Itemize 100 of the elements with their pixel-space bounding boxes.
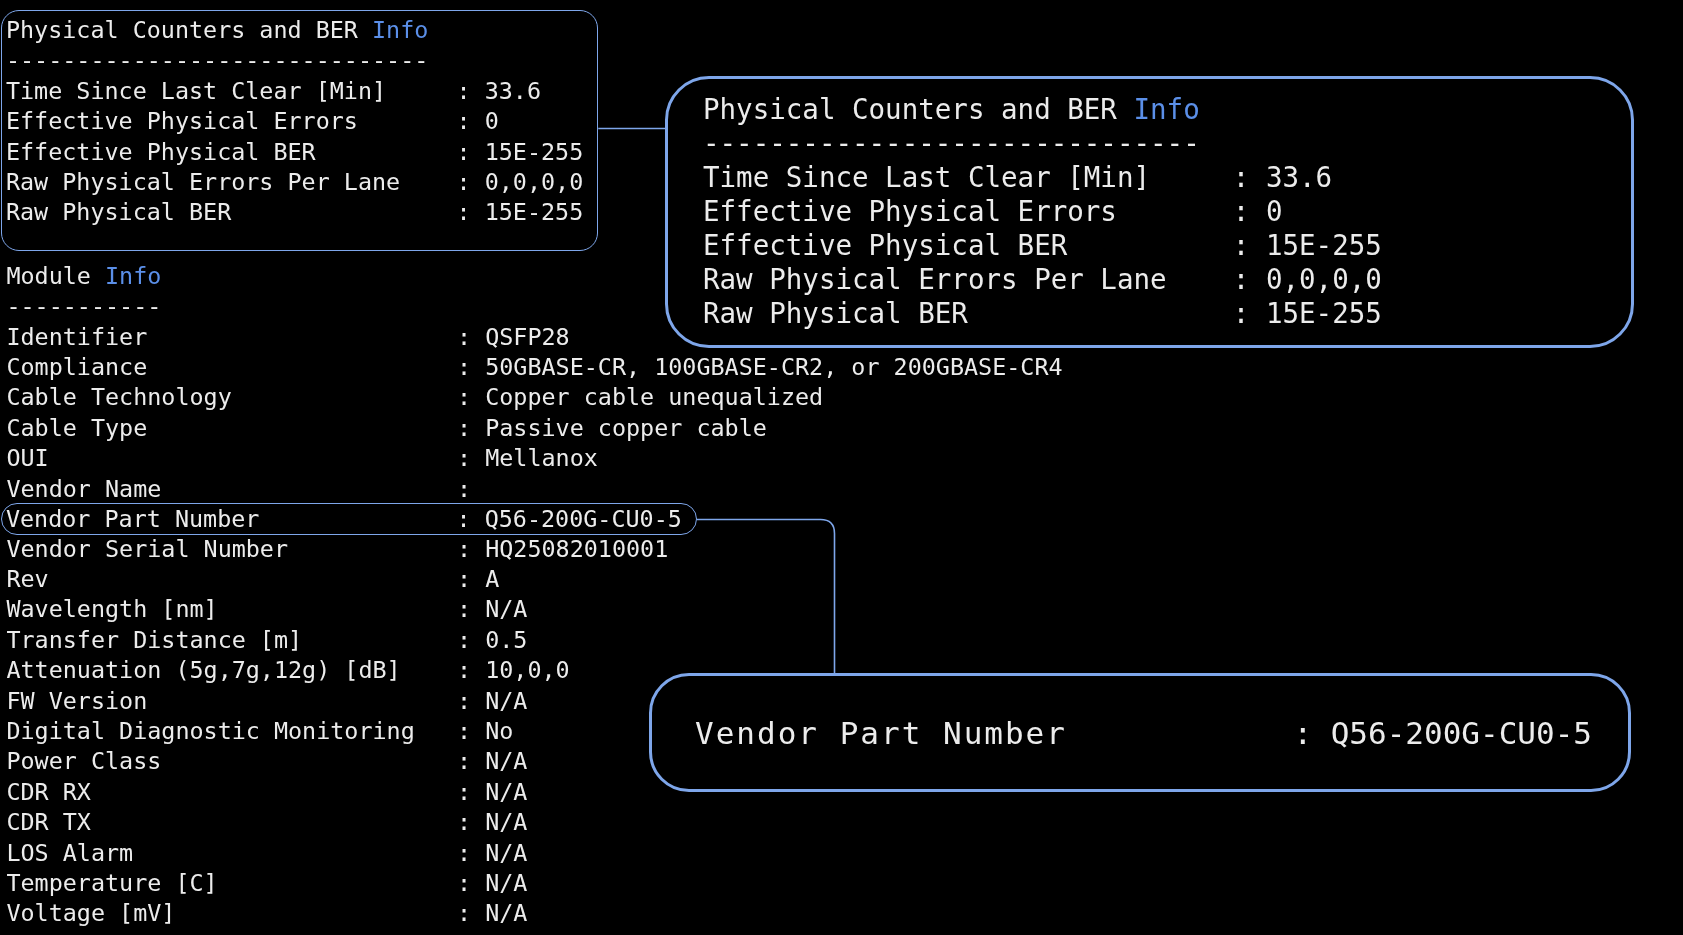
field-value: N/A bbox=[485, 867, 528, 899]
field-value: No bbox=[485, 715, 514, 747]
colon: : bbox=[1232, 296, 1250, 330]
field-label: Transfer Distance [m] bbox=[6, 624, 304, 656]
field-value: 15E-255 bbox=[484, 136, 584, 168]
field-value: Passive copper cable bbox=[485, 412, 767, 444]
colon: : bbox=[1232, 228, 1250, 262]
field-label: Raw Physical BER bbox=[5, 197, 233, 228]
field-value: Copper cable unequalized bbox=[485, 382, 824, 413]
field-value: 15E-255 bbox=[1265, 228, 1382, 262]
colon: : bbox=[457, 382, 472, 413]
colon: : bbox=[457, 321, 472, 353]
field-value: 0,0,0,0 bbox=[484, 167, 584, 198]
colon: : bbox=[456, 136, 471, 168]
colon: : bbox=[457, 352, 472, 383]
colon: : bbox=[456, 106, 471, 137]
field-label: FW Version bbox=[6, 685, 149, 716]
field-label: Effective Physical Errors bbox=[703, 194, 1118, 228]
field-value: N/A bbox=[485, 837, 528, 868]
field-value: N/A bbox=[485, 746, 528, 777]
field-value: 50GBASE-CR, 100GBASE-CR2, or 200GBASE-CR4 bbox=[485, 352, 1063, 383]
colon: : bbox=[457, 443, 472, 474]
colon: : bbox=[1232, 194, 1250, 228]
field-label: Power Class bbox=[6, 746, 163, 777]
field-label: Vendor Name bbox=[6, 473, 163, 505]
colon: : bbox=[457, 624, 472, 656]
field-label: Effective Physical Errors bbox=[5, 106, 359, 137]
field-label: Compliance bbox=[6, 352, 149, 383]
title-suffix: Info bbox=[372, 15, 429, 46]
field-value: 33.6 bbox=[484, 75, 542, 107]
colon: : bbox=[457, 563, 472, 595]
field-value: N/A bbox=[485, 776, 528, 808]
field-value: N/A bbox=[485, 685, 528, 716]
field-label: CDR TX bbox=[6, 807, 92, 838]
colon: : bbox=[456, 75, 471, 107]
field-label: Time Since Last Clear [Min] bbox=[703, 160, 1152, 194]
colon: : bbox=[457, 898, 472, 929]
colon: : bbox=[457, 807, 472, 838]
field-value: Q56-200G-CU0-5 bbox=[1330, 714, 1592, 751]
section-title: Physical Counters and BER bbox=[5, 15, 358, 46]
field-label: Cable Technology bbox=[6, 382, 233, 413]
colon: : bbox=[457, 685, 472, 716]
colon: : bbox=[457, 715, 472, 747]
field-label: Vendor Part Number bbox=[5, 503, 261, 534]
colon: : bbox=[457, 473, 472, 505]
field-label: Raw Physical BER bbox=[703, 296, 969, 330]
title-suffix: Info bbox=[1133, 92, 1200, 126]
field-value: A bbox=[485, 563, 500, 595]
field-value: 0 bbox=[1265, 194, 1283, 228]
field-label: Voltage [mV] bbox=[6, 898, 177, 929]
field-label: Temperature [C] bbox=[6, 867, 219, 899]
colon: : bbox=[1293, 714, 1313, 751]
colon: : bbox=[456, 197, 471, 228]
field-label: Effective Physical BER bbox=[5, 136, 317, 168]
field-label: CDR RX bbox=[6, 776, 92, 808]
colon: : bbox=[457, 533, 472, 564]
field-label: Cable Type bbox=[6, 412, 149, 444]
field-value: N/A bbox=[485, 807, 528, 838]
title-suffix: Info bbox=[104, 260, 162, 292]
colon: : bbox=[456, 167, 471, 198]
dash-rule: ------------------------------ bbox=[703, 126, 1200, 160]
colon: : bbox=[456, 503, 471, 534]
field-value: HQ25082010001 bbox=[485, 533, 669, 564]
field-label: Attenuation (5g,7g,12g) [dB] bbox=[6, 655, 402, 686]
field-label: Vendor Serial Number bbox=[6, 533, 290, 564]
field-value: QSFP28 bbox=[485, 321, 570, 353]
field-value: 15E-255 bbox=[484, 197, 584, 228]
field-value: 0,0,0,0 bbox=[1265, 262, 1382, 296]
colon: : bbox=[457, 655, 472, 686]
field-value: 0 bbox=[484, 106, 499, 137]
colon: : bbox=[1232, 160, 1250, 194]
colon: : bbox=[1232, 262, 1250, 296]
colon: : bbox=[457, 776, 472, 808]
field-value: 15E-255 bbox=[1265, 296, 1382, 330]
colon: : bbox=[457, 746, 472, 777]
field-label: Digital Diagnostic Monitoring bbox=[6, 715, 416, 747]
field-value: Q56-200G-CU0-5 bbox=[484, 503, 682, 534]
field-label: Rev bbox=[6, 563, 50, 595]
field-value: 10,0,0 bbox=[485, 655, 570, 686]
field-value: 0.5 bbox=[485, 624, 528, 656]
field-value: N/A bbox=[485, 898, 528, 929]
colon: : bbox=[457, 594, 472, 625]
field-label: Vendor Part Number bbox=[695, 714, 1067, 751]
field-label: Raw Physical Errors Per Lane bbox=[703, 262, 1168, 296]
section-title: Module bbox=[6, 260, 91, 292]
field-label: Raw Physical Errors Per Lane bbox=[5, 167, 402, 198]
field-label: Time Since Last Clear [Min] bbox=[5, 75, 388, 107]
field-value: 33.6 bbox=[1265, 160, 1333, 194]
section-title: Physical Counters and BER bbox=[703, 92, 1117, 126]
dash-rule: ------------------------------ bbox=[5, 45, 429, 76]
colon: : bbox=[457, 867, 472, 899]
dash-rule: ----------- bbox=[6, 291, 162, 322]
field-label: Wavelength [nm] bbox=[6, 594, 219, 625]
field-label: OUI bbox=[6, 443, 50, 474]
field-value: Mellanox bbox=[485, 443, 598, 474]
colon: : bbox=[457, 412, 472, 444]
field-label: LOS Alarm bbox=[6, 837, 135, 868]
field-label: Identifier bbox=[6, 321, 149, 353]
field-label: Effective Physical BER bbox=[703, 228, 1069, 262]
field-value: N/A bbox=[485, 594, 528, 625]
